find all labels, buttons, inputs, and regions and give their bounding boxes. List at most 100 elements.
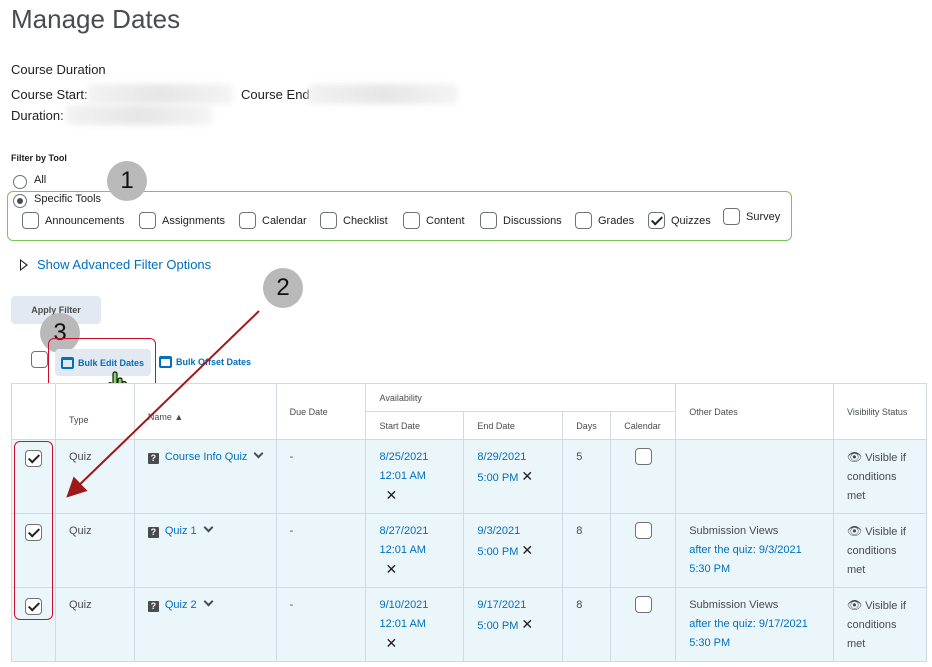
- table-row: Quiz ? Quiz 1 - 8/27/2021 12:01 AM ✕ 9/3/20…: [11, 513, 928, 588]
- end-date-link[interactable]: 9/3/2021: [477, 522, 562, 541]
- calendar-checkbox[interactable]: [239, 212, 256, 229]
- conditional-visibility-icon: 👁: [846, 598, 863, 612]
- calendar-cell: [610, 513, 677, 588]
- tool-content[interactable]: Content: [403, 212, 465, 229]
- quiz-icon: ?: [147, 601, 159, 612]
- survey-checkbox[interactable]: [723, 208, 740, 225]
- start-date-link[interactable]: 9/10/2021: [379, 596, 463, 615]
- start-time-link[interactable]: 12:01 AM: [379, 541, 463, 560]
- calendar-header: Calendar: [610, 411, 677, 440]
- due-date-cell: -: [275, 439, 367, 514]
- checklist-label: Checklist: [343, 214, 388, 227]
- name-header[interactable]: Name ▲: [133, 383, 277, 440]
- start-time-link[interactable]: 12:01 AM: [379, 615, 463, 634]
- quiz-name-link[interactable]: Quiz 2: [165, 599, 197, 611]
- table-row: Quiz ? Quiz 2 - 9/10/2021 12:01 AM ✕ 9/17/2…: [11, 587, 928, 662]
- other-dates-link[interactable]: after the quiz: 9/3/2021: [689, 541, 833, 560]
- end-date-cell: 9/3/2021 5:00 PM ✕: [463, 513, 564, 588]
- clear-end-icon[interactable]: ✕: [521, 616, 533, 632]
- other-dates-link[interactable]: after the quiz: 9/17/2021: [689, 615, 833, 634]
- name-header-label: Name: [147, 411, 172, 422]
- other-dates-time-link[interactable]: 5:30 PM: [689, 560, 833, 579]
- all-radio[interactable]: [13, 175, 27, 189]
- content-label: Content: [426, 214, 465, 227]
- visibility-line-2: conditions: [846, 471, 897, 483]
- select-all-checkbox[interactable]: [31, 351, 48, 368]
- tool-quizzes[interactable]: Quizzes: [648, 212, 711, 229]
- tool-assignments[interactable]: Assignments: [139, 212, 225, 229]
- end-time-link[interactable]: 5:00 PM: [477, 620, 518, 632]
- calendar-checkbox[interactable]: [635, 522, 653, 539]
- survey-label: Survey: [746, 210, 781, 223]
- due-date-cell: -: [275, 513, 367, 588]
- end-time-link[interactable]: 5:00 PM: [477, 472, 518, 484]
- end-date-link[interactable]: 9/17/2021: [477, 596, 562, 615]
- type-cell: Quiz: [54, 587, 135, 662]
- start-date-link[interactable]: 8/25/2021: [379, 448, 463, 467]
- clear-start-icon[interactable]: ✕: [379, 634, 463, 653]
- bulk-edit-dates-label: Bulk Edit Dates: [78, 357, 145, 368]
- visibility-line-1: Visible if: [865, 452, 906, 464]
- duration-redacted: [66, 105, 212, 125]
- calendar-cell: [610, 439, 677, 514]
- days-cell: 8: [562, 513, 612, 588]
- clear-start-icon[interactable]: ✕: [379, 560, 463, 579]
- start-time-link[interactable]: 12:01 AM: [379, 467, 463, 486]
- content-checkbox[interactable]: [403, 212, 420, 229]
- chevron-down-icon[interactable]: [203, 596, 214, 607]
- visibility-line-2: conditions: [846, 545, 897, 557]
- visibility-cell: 👁 Visible if conditions met: [832, 587, 928, 662]
- quiz-name-link[interactable]: Quiz 1: [165, 525, 197, 537]
- clear-end-icon[interactable]: ✕: [521, 468, 533, 484]
- days-header: Days: [562, 411, 612, 440]
- quizzes-checkbox[interactable]: [648, 212, 665, 229]
- course-end-redacted: [308, 84, 458, 104]
- due-date-cell: -: [275, 587, 367, 662]
- announcements-checkbox[interactable]: [22, 212, 39, 229]
- discussions-label: Discussions: [503, 214, 562, 227]
- table-row: Quiz ? Course Info Quiz - 8/25/2021 12:01 …: [11, 439, 928, 514]
- checklist-checkbox[interactable]: [320, 212, 337, 229]
- bulk-edit-dates-button[interactable]: Bulk Edit Dates: [55, 349, 151, 376]
- assignments-checkbox[interactable]: [139, 212, 156, 229]
- visibility-cell: 👁 Visible if conditions met: [832, 513, 928, 588]
- other-dates-time-link[interactable]: 5:30 PM: [689, 634, 833, 653]
- tool-discussions[interactable]: Discussions: [480, 212, 562, 229]
- calendar-checkbox[interactable]: [635, 596, 653, 613]
- clear-end-icon[interactable]: ✕: [521, 542, 533, 558]
- type-cell: Quiz: [54, 513, 135, 588]
- dates-table: Type Name ▲ Due Date Availability Other …: [11, 383, 928, 662]
- show-advanced-filter-link[interactable]: Show Advanced Filter Options: [37, 257, 211, 272]
- grades-label: Grades: [598, 214, 635, 227]
- tool-calendar[interactable]: Calendar: [239, 212, 307, 229]
- chevron-down-icon[interactable]: [203, 522, 214, 533]
- start-date-cell: 8/27/2021 12:01 AM ✕: [365, 513, 465, 588]
- expand-triangle-icon[interactable]: [20, 259, 28, 271]
- tool-survey[interactable]: Survey: [723, 208, 780, 225]
- calendar-checkbox[interactable]: [635, 448, 653, 465]
- grades-checkbox[interactable]: [575, 212, 592, 229]
- row-checkbox-highlight-box: [14, 441, 53, 620]
- end-time-link[interactable]: 5:00 PM: [477, 546, 518, 558]
- calendar-edit-icon: [61, 356, 74, 369]
- chevron-down-icon[interactable]: [253, 448, 264, 459]
- start-date-cell: 8/25/2021 12:01 AM ✕: [365, 439, 465, 514]
- tool-grades[interactable]: Grades: [575, 212, 634, 229]
- end-date-link[interactable]: 8/29/2021: [477, 448, 562, 467]
- discussions-checkbox[interactable]: [480, 212, 497, 229]
- visibility-line-3: met: [846, 564, 866, 576]
- other-dates-cell: Submission Views after the quiz: 9/3/2021…: [675, 513, 834, 588]
- tool-checklist[interactable]: Checklist: [320, 212, 388, 229]
- course-duration-heading: Course Duration: [11, 62, 106, 77]
- clear-start-icon[interactable]: ✕: [379, 486, 463, 505]
- other-dates-cell: [675, 439, 834, 514]
- announcements-label: Announcements: [45, 214, 125, 227]
- visibility-line-1: Visible if: [865, 526, 906, 538]
- filter-by-tool-label: Filter by Tool: [11, 153, 67, 163]
- tool-announcements[interactable]: Announcements: [22, 212, 125, 229]
- quiz-name-link[interactable]: Course Info Quiz: [165, 451, 248, 463]
- availability-header: Availability: [365, 383, 677, 412]
- other-dates-cell: Submission Views after the quiz: 9/17/202…: [675, 587, 834, 662]
- bulk-offset-dates-button[interactable]: Bulk Offset Dates: [159, 356, 251, 368]
- start-date-link[interactable]: 8/27/2021: [379, 522, 463, 541]
